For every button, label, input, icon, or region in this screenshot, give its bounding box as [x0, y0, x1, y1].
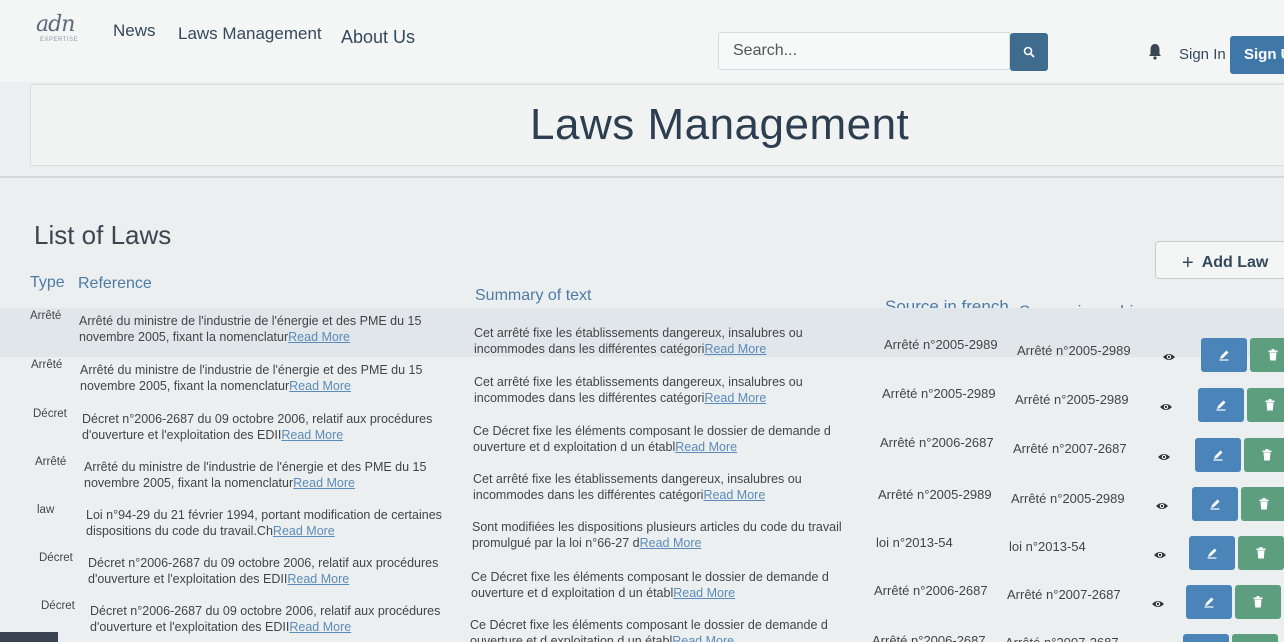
cell-summary: Ce Décret fixe les éléments composant le… [473, 424, 831, 454]
page-title: Laws Management [530, 100, 910, 149]
cell-type: Décret [41, 600, 75, 612]
cell-reference: Arrêté du ministre de l'industrie de l'é… [79, 314, 422, 344]
cell-summary: Cet arrêté fixe les établissements dange… [474, 326, 803, 356]
cell-source-french: Arrêté n°2006-2687 [880, 435, 994, 450]
sign-up-button[interactable]: Sign U [1230, 36, 1284, 74]
cell-reference: Décret n°2006-2687 du 09 octobre 2006, r… [82, 412, 433, 442]
cell-source-french: Arrêté n°2005-2989 [884, 337, 998, 352]
read-more-link[interactable]: Read More [288, 330, 350, 344]
column-header-type: Type [30, 274, 65, 291]
logo-mark: adn [36, 12, 75, 37]
cell-reference: Décret n°2006-2687 du 09 octobre 2006, r… [90, 604, 441, 634]
search-icon [1023, 46, 1035, 58]
cell-source-french: loi n°2013-54 [876, 535, 953, 550]
read-more-link[interactable]: Read More [703, 488, 765, 502]
column-header-summary: Summary of text [475, 287, 592, 304]
cell-summary: Cet arrêté fixe les établissements dange… [474, 375, 803, 405]
sign-in-link[interactable]: Sign In [1179, 46, 1226, 63]
cell-reference: Arrêté du ministre de l'industrie de l'é… [84, 460, 427, 490]
cell-type: Décret [33, 408, 67, 420]
cell-reference: Loi n°94-29 du 21 février 1994, portant … [86, 508, 442, 538]
plus-icon: + [1182, 252, 1194, 274]
read-more-link[interactable]: Read More [287, 572, 349, 586]
cell-source-french: Arrêté n°2005-2989 [882, 386, 996, 401]
cell-source-french: Arrêté n°2006-2687 [872, 633, 986, 642]
cell-summary: Sont modifiées les dispositions plusieur… [472, 520, 842, 550]
read-more-link[interactable]: Read More [289, 620, 351, 634]
divider [0, 176, 1284, 178]
cell-summary: Cet arrêté fixe les établissements dange… [473, 472, 802, 502]
cell-source-french: Arrêté n°2006-2687 [874, 583, 988, 598]
cell-type: Arrêté [31, 359, 63, 371]
read-more-link[interactable]: Read More [672, 634, 734, 642]
bell-icon[interactable] [1146, 42, 1164, 60]
nav-laws-management-link[interactable]: Laws Management [178, 24, 322, 44]
read-more-link[interactable]: Read More [289, 379, 351, 393]
cell-reference: Arrêté du ministre de l'industrie de l'é… [80, 363, 423, 393]
add-law-button[interactable]: + Add Law [1155, 241, 1284, 279]
cell-reference: Décret n°2006-2687 du 09 octobre 2006, r… [88, 556, 439, 586]
search-bar [718, 32, 1048, 72]
search-button[interactable] [1010, 33, 1048, 71]
nav-about-us-link[interactable]: About Us [341, 27, 415, 48]
read-more-link[interactable]: Read More [704, 342, 766, 356]
list-title: List of Laws [34, 220, 172, 250]
navbar: adn EXPERTISE News Laws Management About… [0, 0, 1284, 82]
read-more-link[interactable]: Read More [273, 524, 335, 538]
cell-summary: Ce Décret fixe les éléments composant le… [471, 570, 829, 600]
taskbar-fragment [0, 632, 58, 642]
cell-type: law [37, 504, 55, 516]
cell-type: Décret [39, 552, 73, 564]
nav-news-link[interactable]: News [113, 21, 156, 41]
column-header-reference: Reference [78, 275, 152, 292]
cell-type: Arrêté [30, 310, 62, 322]
read-more-link[interactable]: Read More [293, 476, 355, 490]
cell-source-french: Arrêté n°2005-2989 [878, 487, 992, 502]
cell-type: Arrêté [35, 456, 67, 468]
cell-source-arabic: Arrêté n°2007-2687 [1005, 635, 1119, 642]
read-more-link[interactable]: Read More [704, 391, 766, 405]
add-law-label: Add Law [1201, 254, 1269, 271]
cell-summary: Ce Décret fixe les éléments composant le… [470, 617, 840, 642]
read-more-link[interactable]: Read More [675, 440, 737, 454]
search-input[interactable] [718, 32, 1010, 70]
delete-button[interactable] [1232, 634, 1278, 642]
logo-subtitle: EXPERTISE [40, 37, 79, 43]
read-more-link[interactable]: Read More [640, 536, 702, 550]
read-more-link[interactable]: Read More [281, 428, 343, 442]
edit-button[interactable] [1183, 634, 1229, 642]
brand-logo[interactable]: adn EXPERTISE [36, 14, 86, 48]
